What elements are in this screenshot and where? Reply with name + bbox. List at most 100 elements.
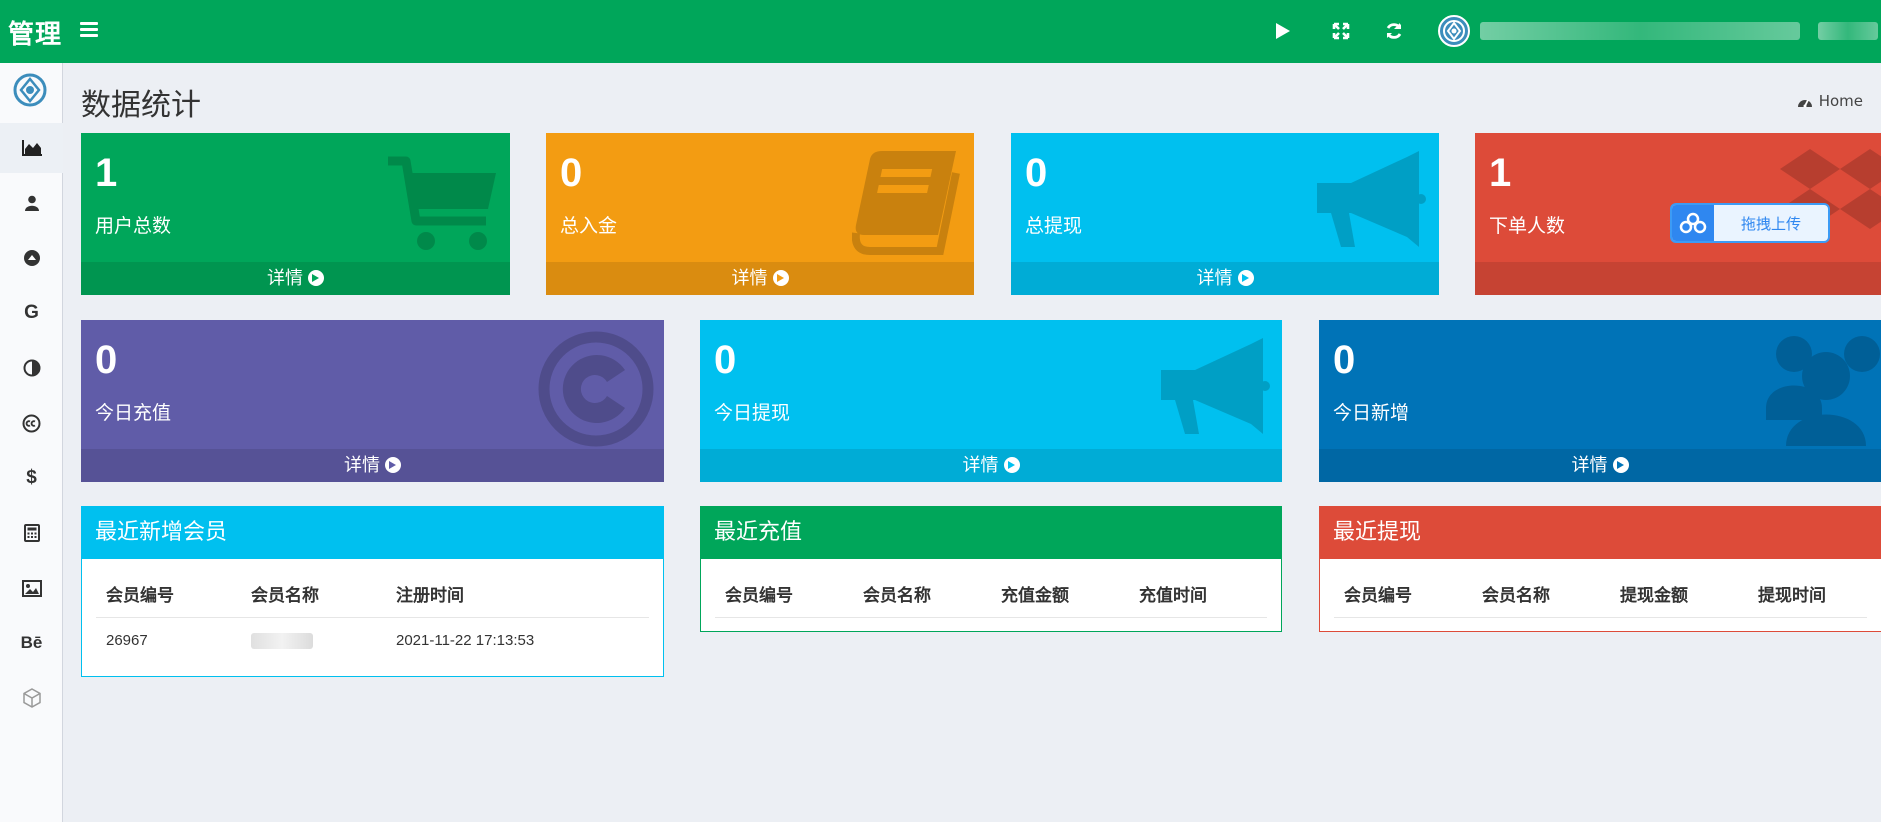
stat-box-today-recharge: 0 今日充值 详情 [81,320,664,482]
more-info-link[interactable]: 详情 [1319,449,1881,482]
column-header: 会员编号 [1334,571,1472,618]
stat-value: 0 [95,338,118,382]
column-header: 充值金额 [991,571,1129,618]
shopping-cart-icon [388,156,496,250]
stat-label: 用户总数 [95,215,172,237]
top-navbar: 管理 [0,0,1881,63]
sidebar-item-calculator[interactable] [0,508,63,558]
column-header: 会员编号 [96,571,241,618]
upload-label: 拖拽上传 [1740,214,1801,233]
user-avatar[interactable] [1438,15,1470,47]
stat-value: 0 [1025,151,1048,195]
member-name-redacted [241,617,386,663]
adjust-icon [23,359,40,377]
sidebar: G $ Bē [0,63,63,822]
calculator-icon [23,524,40,542]
column-header: 提现金额 [1610,571,1748,618]
column-header: 会员编号 [715,571,853,618]
image-icon [21,579,42,597]
drag-upload-button[interactable]: 拖拽上传 [1670,203,1830,243]
panel-recent-withdraw: 最近提现 会员编号 会员名称 提现金额 提现时间 [1319,506,1881,632]
refresh-icon[interactable] [1381,18,1407,44]
bullhorn-icon [1317,151,1426,247]
stat-label: 今日提现 [714,402,791,424]
panel-title: 最近新增会员 [82,507,663,559]
withdraw-table: 会员编号 会员名称 提现金额 提现时间 [1334,571,1867,618]
arrow-circle-right-icon [385,457,401,473]
more-info-link[interactable] [1475,262,1881,295]
stat-box-total-withdraw: 0 总提现 详情 [1011,133,1439,295]
panel-title: 最近充值 [701,507,1281,559]
panel-recent-members: 最近新增会员 会员编号 会员名称 注册时间 26967 2021-11-22 1… [81,506,664,677]
fullscreen-icon[interactable] [1328,18,1354,44]
user-icon [24,195,39,211]
more-info-link[interactable]: 详情 [1011,262,1439,295]
stat-value: 0 [1333,338,1356,382]
dashboard-icon [1797,99,1812,107]
cloud-upload-icon [1672,205,1714,241]
breadcrumb[interactable]: Home [1797,92,1863,110]
stat-box-total-deposit: 0 总入金 详情 [546,133,974,295]
more-info-link[interactable]: 详情 [700,449,1282,482]
sidebar-item-behance[interactable]: Bē [0,618,63,668]
arrow-circle-up-icon [23,250,40,266]
more-info-link[interactable]: 详情 [546,262,974,295]
breadcrumb-home[interactable]: Home [1819,92,1863,110]
arrow-circle-right-icon [308,270,324,286]
sidebar-item-cc[interactable] [0,398,63,448]
register-time: 2021-11-22 17:13:53 [396,631,535,649]
stat-value: 1 [1489,151,1512,195]
table-row[interactable]: 26967 2021-11-22 17:13:53 [96,617,649,663]
users-icon [1766,336,1880,446]
sidebar-item-image[interactable] [0,563,63,613]
stat-label: 今日充值 [95,402,172,424]
behance-icon: Bē [20,633,43,652]
sidebar-item-user[interactable] [0,178,63,228]
google-icon: G [24,302,39,323]
sidebar-item-cube[interactable] [0,673,63,723]
dollar-icon: $ [26,467,37,488]
stat-box-total-users: 1 用户总数 详情 [81,133,510,295]
recharge-table: 会员编号 会员名称 充值金额 充值时间 [715,571,1267,618]
stat-label: 今日新增 [1333,402,1410,424]
arrow-circle-right-icon [1237,270,1254,286]
sidebar-item-google[interactable]: G [0,288,63,338]
play-icon[interactable] [1270,18,1296,44]
stat-box-today-withdraw: 0 今日提现 详情 [700,320,1282,482]
cube-icon [22,688,41,708]
sidebar-item-chart[interactable] [0,123,63,173]
more-info-link[interactable]: 详情 [81,262,510,295]
sidebar-toggle-icon[interactable] [80,22,98,38]
stat-label: 总入金 [560,215,618,237]
page-title: 数据统计 [81,88,201,123]
stat-value: 1 [95,151,118,195]
stat-value: 0 [560,151,583,195]
stat-label: 下单人数 [1489,215,1566,237]
panel-recent-recharge: 最近充值 会员编号 会员名称 充值金额 充值时间 [700,506,1282,632]
area-chart-icon [21,140,42,156]
user-extra-redacted[interactable] [1818,22,1878,40]
members-table: 会员编号 会员名称 注册时间 26967 2021-11-22 17:13:53 [96,571,649,663]
sidebar-item-arrow-up[interactable] [0,233,63,283]
arrow-circle-right-icon [772,270,789,286]
column-header: 注册时间 [386,571,649,618]
more-info-link[interactable]: 详情 [81,449,664,482]
book-icon [852,151,960,255]
stat-value: 0 [714,338,737,382]
app-logo[interactable]: 管理 [8,14,62,51]
column-header: 会员名称 [853,571,991,618]
arrow-circle-right-icon [1612,457,1629,473]
creative-commons-icon [22,414,41,432]
member-id: 26967 [106,631,148,649]
column-header: 会员名称 [241,571,386,618]
column-header: 充值时间 [1129,571,1267,618]
coin-icon [538,331,654,447]
sidebar-item-adjust[interactable] [0,343,63,393]
panel-title: 最近提现 [1320,507,1881,559]
user-name-redacted[interactable] [1480,22,1800,40]
stat-label: 总提现 [1025,215,1083,237]
sidebar-item-dollar[interactable]: $ [0,453,63,503]
sidebar-logo-icon[interactable] [12,72,48,108]
bullhorn-icon [1161,338,1270,434]
stat-box-today-new: 0 今日新增 详情 [1319,320,1881,482]
